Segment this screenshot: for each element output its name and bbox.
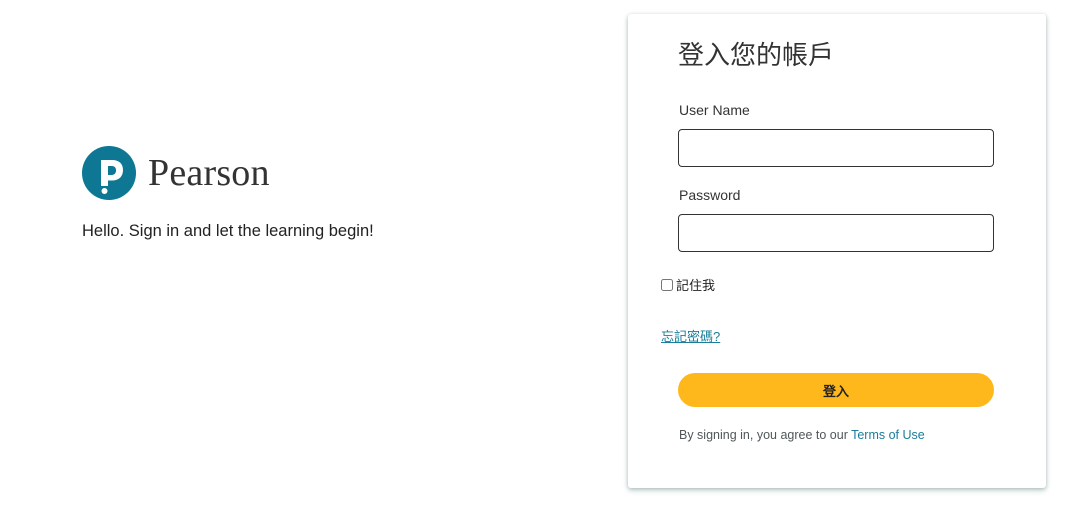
login-page: Pearson Hello. Sign in and let the learn… <box>0 0 1080 522</box>
login-title: 登入您的帳戶 <box>678 40 835 70</box>
remember-me-row: 記住我 <box>661 275 715 294</box>
logo-wordmark: Pearson <box>148 152 270 194</box>
pearson-logo-icon <box>82 146 136 200</box>
remember-me-label[interactable]: 記住我 <box>676 275 715 294</box>
terms-notice-text: By signing in, you agree to our <box>679 428 852 442</box>
pearson-logo: Pearson <box>82 142 502 204</box>
username-label: User Name <box>679 102 750 118</box>
password-input[interactable] <box>678 214 994 252</box>
terms-notice: By signing in, you agree to our Terms of… <box>679 428 925 442</box>
username-input[interactable] <box>678 129 994 167</box>
login-card: 登入您的帳戶 User Name Password 記住我 忘記密碼? 登入 B… <box>628 14 1046 488</box>
sign-in-button[interactable]: 登入 <box>678 373 994 407</box>
tagline: Hello. Sign in and let the learning begi… <box>82 222 374 240</box>
brand-panel: Pearson Hello. Sign in and let the learn… <box>82 142 502 242</box>
remember-me-checkbox[interactable] <box>661 278 673 291</box>
password-label: Password <box>679 187 741 203</box>
forgot-password-link[interactable]: 忘記密碼? <box>661 326 720 345</box>
terms-of-use-link[interactable]: Terms of Use <box>851 428 925 442</box>
